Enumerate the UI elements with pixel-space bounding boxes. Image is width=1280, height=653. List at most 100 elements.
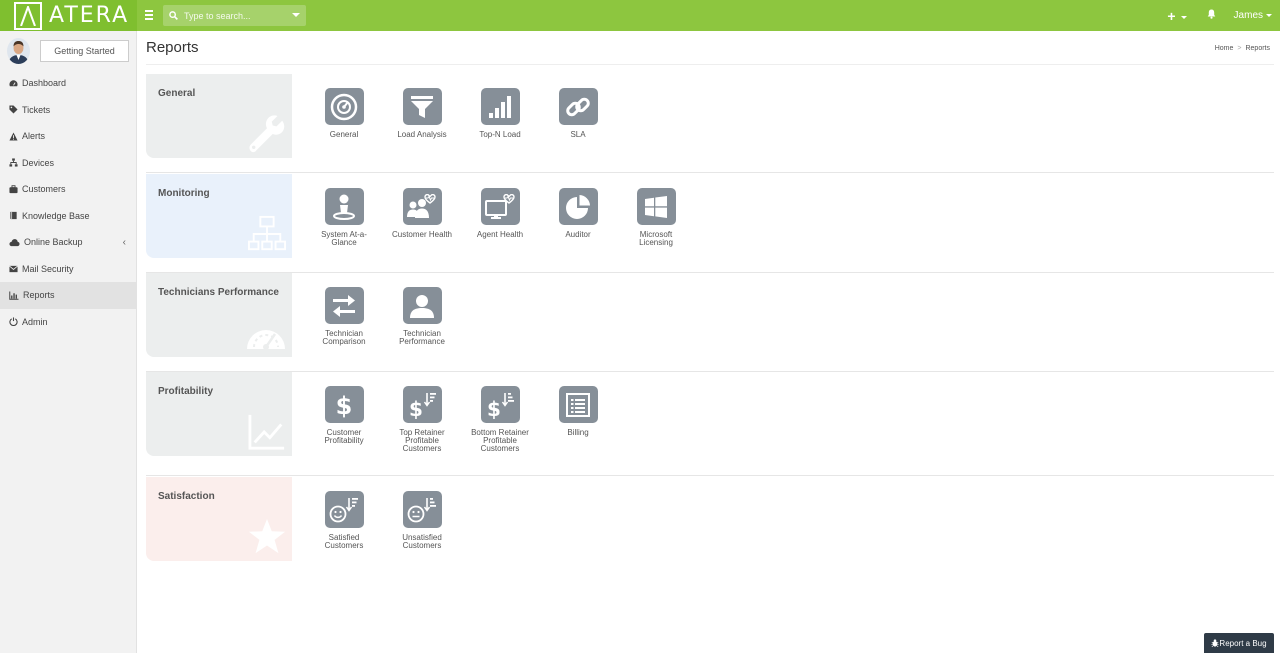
breadcrumb-separator: > <box>1237 45 1242 52</box>
breadcrumb-current: Reports <box>1245 45 1270 52</box>
category-panel-profitability: Profitability <box>146 372 292 456</box>
atera-logo[interactable]: ATERA <box>0 0 137 31</box>
report-tiles: Satisfied Customers Unsatisfied Customer… <box>305 491 461 550</box>
section-profitability: Profitability $ Customer Profitability $… <box>146 372 1274 476</box>
report-tile-top-retainer-profitable-customers[interactable]: $ Top Retainer Profitable Customers <box>383 386 461 453</box>
sidebar-item-admin[interactable]: Admin <box>0 309 137 336</box>
add-caret-icon <box>1180 16 1187 20</box>
sidebar-item-label: Tickets <box>22 104 51 115</box>
report-label: Satisfied Customers <box>324 533 364 550</box>
sidebar-item-label: Reports <box>23 290 55 301</box>
user-icon <box>402 287 442 324</box>
report-tile-sla[interactable]: SLA <box>539 88 617 139</box>
smile-sort-down-icon <box>402 491 442 528</box>
user-pin-icon <box>324 188 364 225</box>
report-tile-customer-profitability[interactable]: $ Customer Profitability <box>305 386 383 453</box>
report-label: Technician Performance <box>399 329 445 346</box>
top-bar: ATERA + James <box>0 0 1280 31</box>
report-tile-customer-health[interactable]: Customer Health <box>383 188 461 247</box>
star-icon <box>248 518 286 554</box>
envelope-icon <box>9 265 18 272</box>
filter-icon <box>402 88 442 125</box>
report-tile-agent-health[interactable]: Agent Health <box>461 188 539 247</box>
sidebar-item-online-backup[interactable]: Online Backup ‹ <box>0 229 137 256</box>
report-tile-top-n-load[interactable]: Top-N Load <box>461 88 539 139</box>
page-title: Reports <box>146 39 199 56</box>
sidebar-item-label: Alerts <box>22 131 46 142</box>
report-tile-technician-performance[interactable]: Technician Performance <box>383 287 461 346</box>
bell-icon[interactable] <box>1207 9 1216 22</box>
sidebar-item-label: Dashboard <box>22 78 67 89</box>
sidebar-item-reports[interactable]: Reports <box>0 282 137 309</box>
report-tiles: $ Customer Profitability $ Top Retainer … <box>305 386 617 453</box>
search-box[interactable] <box>163 5 306 26</box>
dollar-sort-down-icon: $ <box>480 386 520 423</box>
bug-icon <box>1211 639 1220 647</box>
report-tile-satisfied-customers[interactable]: Satisfied Customers <box>305 491 383 550</box>
svg-text:$: $ <box>409 397 423 419</box>
search-dropdown-caret-icon[interactable] <box>292 13 300 17</box>
report-tile-auditor[interactable]: Auditor <box>539 188 617 247</box>
report-tile-bottom-retainer-profitable-customers[interactable]: $ Bottom Retainer Profitable Customers <box>461 386 539 453</box>
chevron-left-icon[interactable]: ‹ <box>123 237 126 248</box>
report-label: Agent Health <box>476 230 524 239</box>
line-chart-icon <box>248 414 285 450</box>
report-tile-unsatisfied-customers[interactable]: Unsatisfied Customers <box>383 491 461 550</box>
signal-icon <box>480 88 520 125</box>
report-tile-load-analysis[interactable]: Load Analysis <box>383 88 461 139</box>
report-tile-system-at-a-glance[interactable]: System At-a-Glance <box>305 188 383 247</box>
dashboard-icon <box>324 88 364 125</box>
report-label: Load Analysis <box>397 130 447 139</box>
search-icon <box>169 11 178 20</box>
sitemap-icon <box>248 215 286 251</box>
power-icon <box>9 317 18 327</box>
getting-started-button[interactable]: Getting Started <box>40 40 129 62</box>
report-label: Technician Comparison <box>322 329 366 346</box>
top-right-controls: + James <box>1167 0 1272 31</box>
group-heart-icon <box>402 188 442 225</box>
report-label: General <box>329 130 359 139</box>
avatar[interactable] <box>7 38 30 64</box>
report-label: System At-a-Glance <box>321 230 367 247</box>
report-label: Unsatisfied Customers <box>402 533 442 550</box>
sidebar-item-alerts[interactable]: Alerts <box>0 123 137 150</box>
sidebar-item-tickets[interactable]: Tickets <box>0 97 137 124</box>
sidebar-item-mail-security[interactable]: Mail Security <box>0 256 137 283</box>
briefcase-icon <box>9 185 18 193</box>
breadcrumb: Home > Reports <box>1215 45 1270 52</box>
add-new-button[interactable]: + <box>1167 8 1187 24</box>
report-tile-general[interactable]: General <box>305 88 383 139</box>
svg-text:$: $ <box>487 397 501 419</box>
sidebar-item-label: Mail Security <box>22 263 74 274</box>
report-tile-billing[interactable]: Billing <box>539 386 617 453</box>
menu-toggle-icon[interactable] <box>145 8 159 22</box>
sidebar-item-label: Customers <box>22 184 66 195</box>
sidebar-nav: Dashboard Tickets Alerts Devices Custome… <box>0 70 137 335</box>
report-tile-microsoft-licensing[interactable]: Microsoft Licensing <box>617 188 695 247</box>
sidebar-item-customers[interactable]: Customers <box>0 176 137 203</box>
report-label: Auditor <box>565 230 591 239</box>
sidebar-item-label: Devices <box>22 157 55 168</box>
pie-icon <box>558 188 598 225</box>
sidebar-item-devices[interactable]: Devices <box>0 150 137 177</box>
dollar-sort-up-icon: $ <box>402 386 442 423</box>
report-bug-button[interactable]: Report a Bug <box>1204 633 1274 653</box>
exchange-icon <box>324 287 364 324</box>
user-menu[interactable]: James <box>1234 10 1272 21</box>
logo-text: ATERA <box>49 3 130 28</box>
sidebar-item-knowledge-base[interactable]: Knowledge Base <box>0 203 137 230</box>
report-tile-technician-comparison[interactable]: Technician Comparison <box>305 287 383 346</box>
bar-chart-icon <box>9 291 19 300</box>
title-divider <box>146 64 1274 65</box>
report-tiles: System At-a-Glance Customer Health Agent… <box>305 188 695 247</box>
link-icon <box>558 88 598 125</box>
cloud-icon <box>9 238 20 246</box>
dollar-icon: $ <box>324 386 364 423</box>
section-general: General General Load Analysis Top-N Load <box>146 74 1274 173</box>
sidebar-item-dashboard[interactable]: Dashboard <box>0 70 137 97</box>
search-input[interactable] <box>184 10 284 21</box>
breadcrumb-home-link[interactable]: Home <box>1215 45 1234 52</box>
speedometer-icon <box>247 330 285 350</box>
user-name: James <box>1233 10 1263 21</box>
category-title: Satisfaction <box>158 491 215 502</box>
